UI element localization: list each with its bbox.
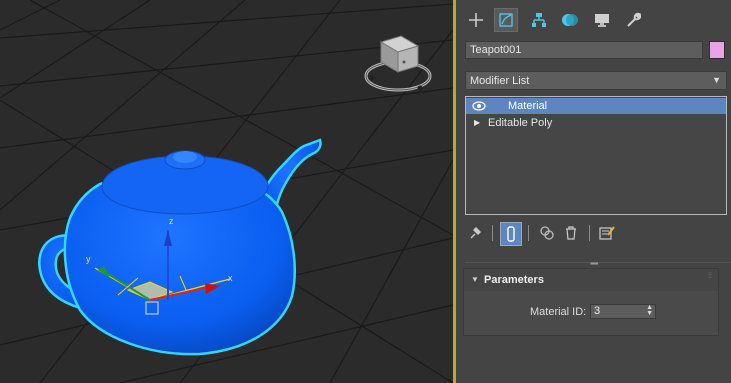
teapot-object [38,138,322,356]
toolbar-divider [589,225,590,241]
modifier-list-dropdown[interactable]: Modifier List ▼ [465,71,727,90]
display-icon [595,14,609,27]
modifier-list-label: Modifier List [470,75,530,87]
show-end-result-button[interactable] [500,222,522,246]
hierarchy-icon [532,13,546,27]
remove-modifier-button[interactable] [561,222,581,244]
stack-item-label: Editable Poly [488,117,553,129]
configure-icon [599,226,615,240]
expand-triangle-icon[interactable]: ▶ [474,115,480,131]
tab-utilities[interactable] [621,8,645,32]
object-name-field[interactable]: Teapot001 [465,41,703,59]
wrench-icon [627,12,641,27]
tab-hierarchy[interactable] [527,8,551,32]
command-panel: Teapot001 Modifier List ▼ Material ▶ Edi… [456,0,731,383]
stack-toolbar [465,222,727,246]
motion-icon [562,14,578,26]
rollout-grip-icon[interactable]: ⁞⁞ [708,273,712,280]
chevron-down-icon: ▼ [712,75,721,85]
parameters-title: Parameters [484,274,544,286]
collapse-arrow-icon: ▼ [471,275,479,284]
panel-splitter[interactable] [465,262,731,263]
panel-empty-area [456,342,731,383]
material-id-value: 3 [594,305,601,317]
viewport-scene: y x z [0,0,453,383]
stack-item-material[interactable]: Material [466,98,726,114]
modifier-stack[interactable]: Material ▶ Editable Poly [465,96,727,215]
spinner-arrows-icon[interactable]: ▲ ▼ [646,304,653,317]
pin-icon [470,227,481,239]
tab-motion[interactable] [558,8,582,32]
toolbar-divider [492,225,493,241]
eye-icon[interactable] [472,101,486,111]
gizmo-label-z: z [169,216,174,226]
stack-item-label: Material [508,100,548,112]
plus-icon [469,13,483,27]
viewport-perspective[interactable]: y x z [0,0,453,383]
material-id-label: Material ID: [530,306,587,318]
parameters-rollout: ▼ Parameters ⁞⁞ Material ID: 3 ▲ ▼ [463,268,719,336]
gizmo-label-y: y [86,254,91,264]
modify-icon [499,13,513,27]
material-id-spinner[interactable]: 3 ▲ ▼ [590,304,656,319]
trash-icon [566,226,576,240]
configure-modifier-sets-button[interactable] [597,222,617,244]
stack-item-editable-poly[interactable]: ▶ Editable Poly [466,115,726,131]
pin-stack-button[interactable] [465,222,485,244]
tab-modify[interactable] [494,8,518,32]
toolbar-divider [528,225,529,241]
splitter-grip-icon[interactable]: ▪▪▪▪ [590,259,598,268]
tab-display[interactable] [590,8,614,32]
gizmo-label-x: x [228,273,233,283]
parameters-rollout-header[interactable]: ▼ Parameters ⁞⁞ [464,269,718,291]
show-end-result-icon [507,226,515,242]
object-color-swatch[interactable] [709,41,725,59]
make-unique-icon [540,226,554,240]
tab-create[interactable] [464,8,488,32]
make-unique-button[interactable] [537,222,557,244]
viewcube [364,35,432,92]
